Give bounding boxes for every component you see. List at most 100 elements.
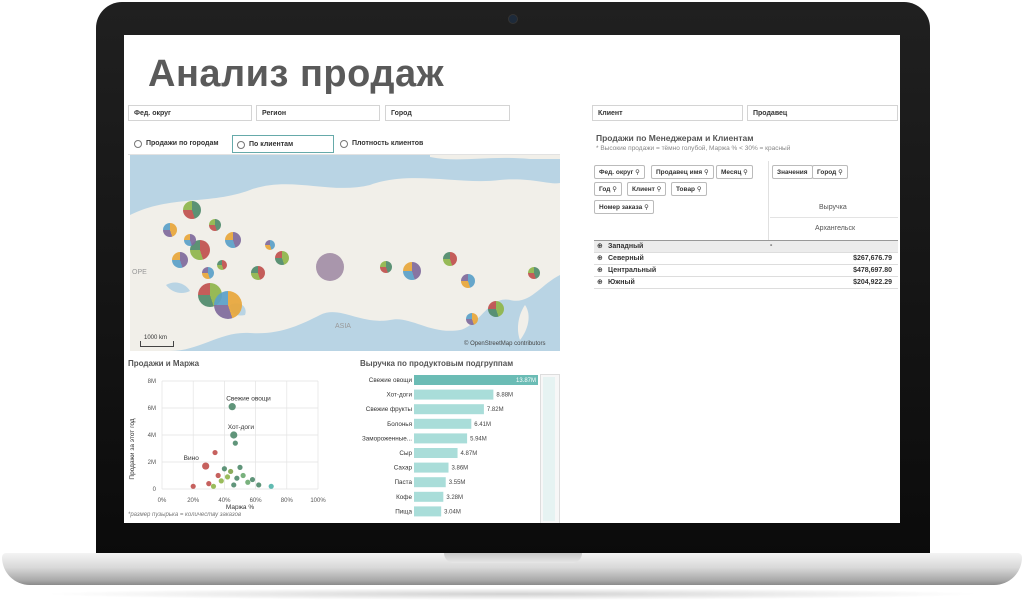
table-row[interactable]: ⊕ Южный $204,922.29 [594, 277, 898, 289]
table-row[interactable]: ⊕ Северный $267,676.79 [594, 253, 898, 265]
map-bubble[interactable] [214, 291, 242, 319]
pivot-chip-fed-okrug[interactable]: Фед. округ ⚲ [594, 165, 645, 179]
pivot-chip-client[interactable]: Клиент ⚲ [627, 182, 667, 196]
scatter-point [190, 483, 196, 489]
pivot-header-rule [770, 217, 898, 218]
y-tick-label: 6M [148, 406, 156, 412]
pivot-chip-values[interactable]: Значения [772, 165, 813, 179]
scatter-point [221, 466, 227, 472]
scatter-point [202, 462, 210, 470]
scatter-footnote: *размер пузырька = количеству заказов [128, 512, 242, 518]
scatter-annotation: Вино [184, 455, 200, 462]
map-label-europe: OPE [132, 269, 147, 276]
chip-label: Фед. округ [599, 169, 634, 176]
map-bubble[interactable] [172, 252, 188, 268]
row-value: $478,697.80 [853, 267, 892, 274]
pivot-chip-month[interactable]: Месяц ⚲ [716, 165, 753, 179]
pivot-chip-year[interactable]: Год ⚲ [594, 182, 622, 196]
scatter-point [249, 476, 256, 483]
scatter-point [230, 431, 238, 439]
laptop-notch [444, 553, 582, 563]
map-bubble[interactable] [403, 262, 421, 280]
tab-label: По клиентам [249, 141, 294, 148]
scatter-point [231, 482, 237, 488]
bar-value-label: 3.55M [449, 480, 466, 486]
table-row[interactable]: ⊕ Западный - [594, 241, 898, 253]
x-tick-label: 20% [187, 498, 200, 504]
expand-icon[interactable]: ⊕ [597, 242, 603, 250]
row-label: Западный [608, 243, 644, 250]
map-bubble[interactable] [209, 219, 221, 231]
bar-value-label: 3.28M [446, 495, 463, 501]
map-bubble[interactable] [163, 223, 177, 237]
x-tick-label: 0% [158, 498, 167, 504]
bar-title: Выручка по продуктовым подгруппам [360, 359, 514, 368]
filter-client[interactable]: Клиент [592, 105, 743, 121]
map-bubble[interactable] [184, 234, 196, 246]
bar [414, 462, 449, 473]
laptop-shadow [40, 588, 984, 600]
scatter-annotation: Хот-доги [228, 424, 255, 431]
bar-category-label: Паста [395, 479, 413, 486]
scatter-point [224, 474, 231, 480]
scatter-point [218, 478, 224, 484]
bar-chart[interactable]: Свежие овощи 13.87M Хот-доги 8.88M Свежие фр… [358, 371, 562, 523]
row-value: $204,922.29 [853, 279, 892, 286]
map-bubble[interactable] [275, 251, 289, 265]
map-bubble[interactable] [316, 253, 344, 281]
bar-value-label: 3.04M [444, 509, 461, 515]
map-bubble[interactable] [443, 252, 457, 266]
map-bubble[interactable] [183, 201, 201, 219]
expand-icon[interactable]: ⊕ [597, 266, 603, 274]
pivot-chip-seller-name[interactable]: Продавец имя ⚲ [651, 165, 714, 179]
pivot-chip-product[interactable]: Товар ⚲ [671, 182, 707, 196]
search-icon: ⚲ [656, 186, 662, 193]
search-icon: ⚲ [704, 169, 709, 176]
bar-value-label: 3.86M [452, 466, 469, 472]
scatter-points [190, 403, 274, 489]
bar-category-label: Хот-доги [387, 392, 413, 399]
scatter-point [212, 449, 218, 456]
expand-icon[interactable]: ⊕ [597, 278, 603, 286]
tab-sales-by-city[interactable]: Продажи по городам [130, 135, 230, 153]
scatter-chart[interactable]: 02M4M6M8M0% 20% 40% 60% 80% 100% Свежие овощи… [128, 371, 328, 515]
chip-label: Номер заказа [599, 204, 643, 211]
map-bubble[interactable] [202, 267, 214, 279]
map-bubble[interactable] [380, 261, 392, 273]
map-bubble[interactable] [528, 267, 540, 279]
bar-value-label: 7.82M [487, 407, 504, 413]
chip-label: Месяц [721, 169, 742, 176]
pivot-chip-order-number[interactable]: Номер заказа ⚲ [594, 200, 654, 214]
table-row[interactable]: ⊕ Центральный $478,697.80 [594, 265, 898, 277]
map-bubble[interactable] [466, 313, 478, 325]
map-bubble[interactable] [265, 240, 275, 250]
filter-region[interactable]: Регион [256, 105, 380, 121]
map-bubble[interactable] [225, 232, 241, 248]
map-bubble[interactable] [461, 274, 475, 288]
pivot-chip-city[interactable]: Город ⚲ [812, 165, 848, 179]
sales-map[interactable]: OPE ASIA 1000 km © OpenStreetMap contrib… [130, 155, 560, 351]
expand-icon[interactable]: ⊕ [597, 254, 603, 262]
pivot-rows: ⊕ Западный - ⊕ Северный $267,676.79 ⊕ Це… [594, 241, 898, 289]
pivot-divider [768, 161, 769, 241]
map-bubble[interactable] [217, 260, 227, 270]
bar [414, 389, 494, 400]
search-icon: ⚲ [612, 186, 617, 193]
tab-by-clients[interactable]: По клиентам [232, 135, 334, 153]
bar-minimap-thumb[interactable] [543, 377, 555, 521]
bar-minimap-scrollbar[interactable] [540, 374, 560, 523]
tab-client-density[interactable]: Плотность клиентов [336, 135, 446, 153]
filter-city[interactable]: Город [385, 105, 510, 121]
pivot-city-header: Архангельск [815, 225, 856, 232]
row-label: Северный [608, 255, 644, 262]
row-label: Центральный [608, 267, 657, 274]
map-attribution[interactable]: © OpenStreetMap contributors [464, 341, 545, 347]
map-bubble[interactable] [251, 266, 265, 280]
page-title: Анализ продаж [148, 53, 445, 95]
filter-fed-okrug[interactable]: Фед. округ [128, 105, 252, 121]
bar-category-label: Замороженные... [362, 435, 412, 442]
map-bubble[interactable] [488, 301, 504, 317]
filter-seller[interactable]: Продавец [747, 105, 898, 121]
pivot-subtitle: * Высокие продажи = тёмно голубой, Маржа… [596, 145, 791, 152]
row-value: $267,676.79 [853, 255, 892, 262]
